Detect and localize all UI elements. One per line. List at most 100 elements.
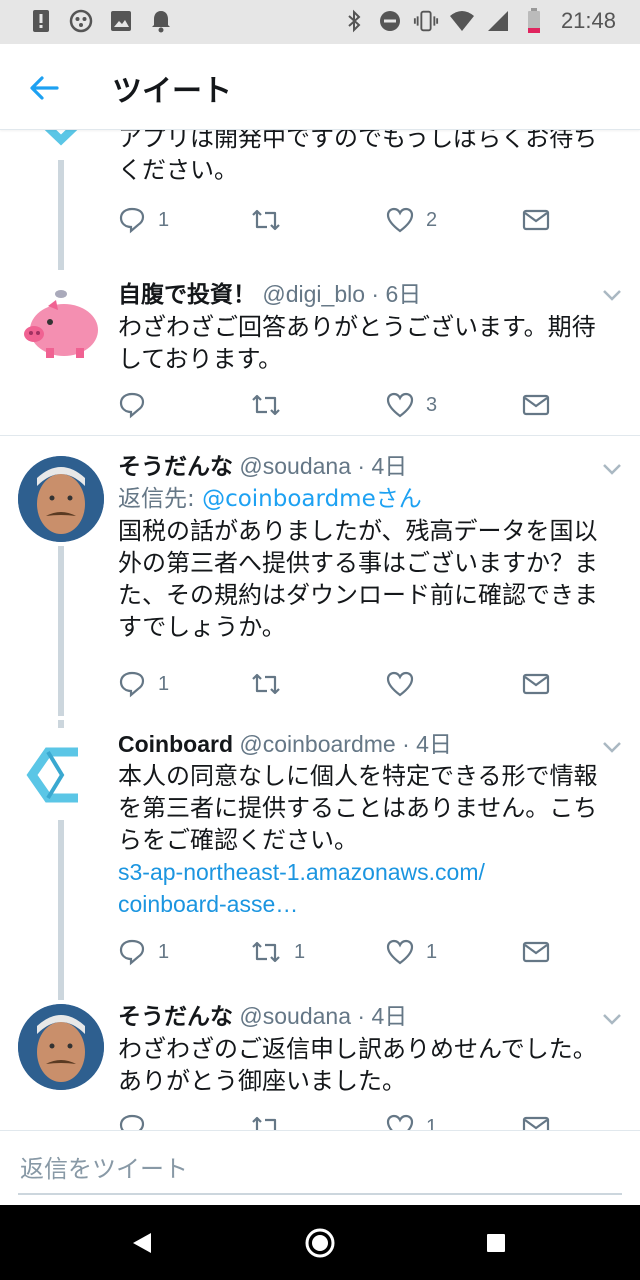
- user-handle[interactable]: @coinboardme: [239, 731, 395, 757]
- tweet-item[interactable]: 自腹で投資！ @digi_blo · 6日 わざわざご回答ありがとうございます。…: [0, 270, 640, 435]
- reply-icon: [119, 939, 145, 966]
- avatar[interactable]: [18, 282, 104, 368]
- tweet-item[interactable]: そうだんな @soudana · 4日 わざわざのご返信申し訳ありめせんでした。…: [0, 992, 640, 1130]
- reply-button[interactable]: 1: [118, 203, 169, 237]
- back-button[interactable]: [22, 66, 66, 110]
- tweet-text: 国税の話がありましたが、残高データを国以 外の第三者へ提供する事はございますか？…: [118, 517, 598, 641]
- like-button[interactable]: [386, 667, 426, 701]
- reply-icon: [119, 392, 145, 419]
- wifi-icon: [449, 8, 475, 34]
- retweet-button[interactable]: [250, 667, 294, 701]
- share-button[interactable]: [522, 203, 550, 237]
- retweet-icon: [252, 941, 280, 963]
- retweet-icon: [252, 394, 280, 416]
- like-button[interactable]: 2: [386, 203, 437, 237]
- status-bar: 21:48: [0, 0, 640, 44]
- user-handle[interactable]: @soudana: [239, 1003, 351, 1029]
- tweet-header: Coinboard @coinboardme · 4日: [118, 728, 620, 760]
- reply-button[interactable]: [118, 388, 158, 422]
- mail-icon: [522, 209, 550, 231]
- thread-line: [58, 820, 64, 1000]
- user-handle[interactable]: @digi_blo: [262, 281, 365, 307]
- vibrate-icon: [413, 8, 439, 34]
- tweet-item[interactable]: アプリは開発中ですのでもうしばらくお待ち ください。 1 2: [0, 130, 640, 270]
- retweet-icon: [252, 673, 280, 695]
- tweet-header: そうだんな @soudana · 4日: [118, 1000, 620, 1033]
- share-button[interactable]: [522, 1110, 550, 1130]
- like-button[interactable]: 1: [386, 935, 437, 969]
- tweet-text: アプリは開発中ですのでもうしばらくお待ち ください。: [118, 130, 598, 184]
- tweet-time: · 4日: [357, 1003, 408, 1029]
- user-name[interactable]: Coinboard: [118, 731, 233, 757]
- heart-icon: [386, 939, 414, 965]
- tweet-item[interactable]: Coinboard @coinboardme · 4日 本人の同意なしに個人を特…: [0, 720, 640, 1000]
- coinboard-logo-icon: [26, 747, 78, 803]
- tweet-text: 本人の同意なしに個人を特定できる形で情報 を第三者に提供することはありません。こ…: [118, 762, 598, 854]
- user-name[interactable]: そうだんな: [118, 1004, 233, 1030]
- retweet-button[interactable]: [250, 388, 294, 422]
- chevron-down-icon[interactable]: [602, 740, 622, 754]
- bluetooth-icon: [341, 8, 367, 34]
- reply-icon: [119, 1114, 145, 1130]
- user-name[interactable]: 自腹で投資！: [118, 282, 256, 308]
- nav-home-button[interactable]: [298, 1221, 342, 1265]
- like-button[interactable]: 1: [386, 1110, 437, 1130]
- retweet-icon: [252, 209, 280, 231]
- reply-input[interactable]: [18, 1145, 622, 1195]
- mail-icon: [522, 941, 550, 963]
- reply-button[interactable]: 1: [118, 935, 169, 969]
- reply-context: 返信先: @coinboardmeさん: [118, 486, 422, 512]
- nav-recents-button[interactable]: [474, 1221, 518, 1265]
- retweet-button[interactable]: 1: [250, 935, 305, 969]
- back-triangle-icon: [133, 1233, 151, 1253]
- heart-icon: [386, 1114, 414, 1130]
- retweet-icon: [252, 1116, 277, 1130]
- reply-icon: [119, 207, 145, 234]
- nav-back-button[interactable]: [120, 1221, 164, 1265]
- chevron-down-icon[interactable]: [602, 288, 622, 302]
- tweet-text: わざわざのご返信申し訳ありめせんでした。 ありがとう御座いました。: [118, 1035, 597, 1095]
- thread-line: [58, 720, 64, 728]
- retweet-button[interactable]: [250, 1110, 294, 1130]
- signal-icon: [485, 8, 511, 34]
- heart-icon: [386, 671, 414, 697]
- tweet-text: わざわざご回答ありがとうございます。期待 しております。: [118, 313, 596, 373]
- avatar[interactable]: [18, 1004, 104, 1090]
- tweet-header: 自腹で投資！ @digi_blo · 6日: [118, 278, 620, 311]
- user-handle[interactable]: @soudana: [239, 453, 351, 479]
- user-name[interactable]: そうだんな: [118, 454, 233, 480]
- like-button[interactable]: 3: [386, 388, 437, 422]
- bell-icon: [148, 8, 174, 34]
- reply-icon: [119, 671, 145, 698]
- portrait-icon: [18, 456, 104, 542]
- image-icon: [108, 8, 134, 34]
- tweet-actions: 1: [118, 667, 618, 701]
- share-button[interactable]: [522, 388, 550, 422]
- thread-line: [58, 160, 64, 270]
- tweet-time: · 4日: [357, 453, 408, 479]
- avatar[interactable]: [18, 456, 104, 542]
- reply-button[interactable]: 1: [118, 667, 169, 701]
- retweet-button[interactable]: [250, 203, 294, 237]
- share-button[interactable]: [522, 667, 550, 701]
- reply-bar: [0, 1130, 640, 1205]
- coinboard-avatar[interactable]: [18, 732, 104, 818]
- tweet-thread: アプリは開発中ですのでもうしばらくお待ち ください。 1 2 自腹で投資！ @d…: [0, 130, 640, 1130]
- mail-icon: [522, 1116, 550, 1130]
- share-button[interactable]: [522, 935, 550, 969]
- chevron-down-icon[interactable]: [602, 1012, 622, 1026]
- tweet-link[interactable]: s3-ap-northeast-1.amazonaws.com/ coinboa…: [118, 856, 620, 920]
- tweet-item[interactable]: そうだんな @soudana · 4日 返信先: @coinboardmeさん …: [0, 442, 640, 720]
- tweet-actions: 1: [118, 1110, 618, 1130]
- page-title: ツイート: [112, 74, 232, 109]
- tweet-actions: 3: [118, 388, 618, 422]
- piggy-bank-icon: [24, 290, 98, 358]
- reply-button[interactable]: [118, 1110, 158, 1130]
- mention-link[interactable]: @coinboardmeさん: [202, 486, 422, 512]
- alert-icon: [28, 8, 54, 34]
- status-time: 21:48: [560, 8, 616, 33]
- coinboard-avatar[interactable]: [18, 130, 104, 154]
- mail-icon: [522, 394, 550, 416]
- chevron-down-icon[interactable]: [602, 462, 622, 476]
- tweet-time: · 6日: [371, 281, 422, 307]
